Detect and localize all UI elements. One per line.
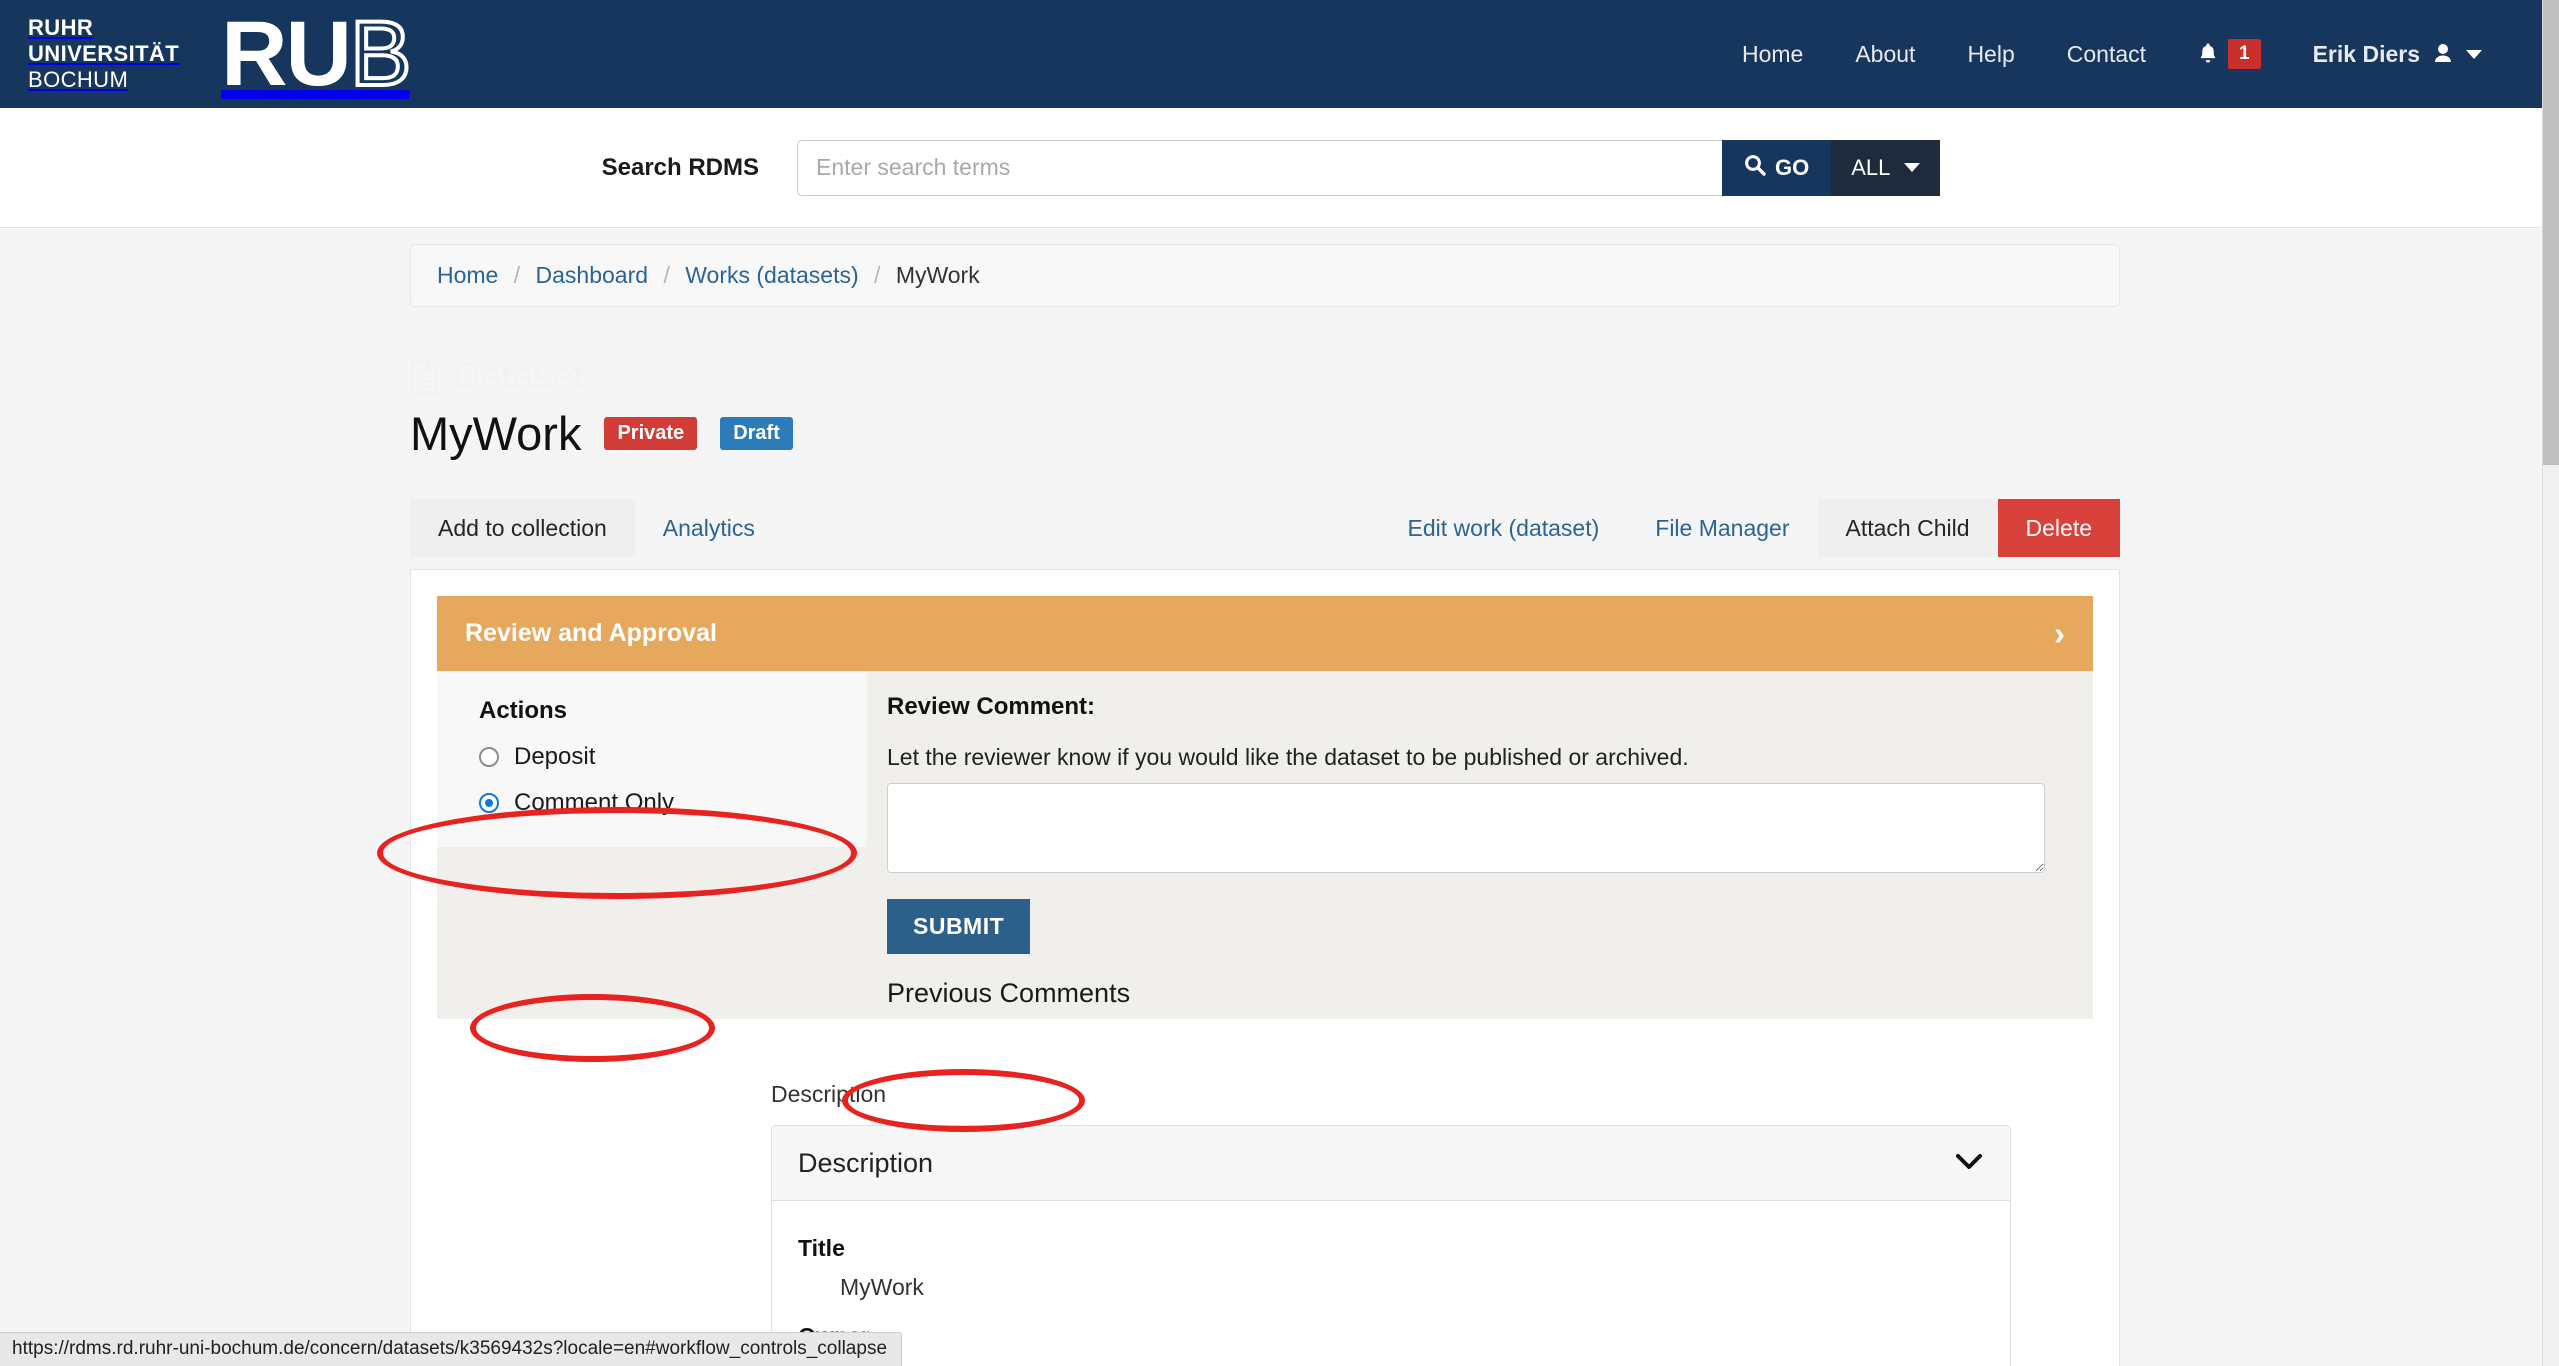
review-comment-column: Review Comment: Let the reviewer know if… (867, 671, 2093, 1019)
description-section: Description Description Title MyWork (771, 1081, 2011, 1366)
brand-line-3: BOCHUM (28, 66, 129, 92)
review-comment-label: Review Comment: (887, 693, 1096, 720)
nav-item-about[interactable]: About (1829, 41, 1941, 68)
search-icon (1744, 154, 1766, 182)
search-go-button[interactable]: GO (1722, 139, 1832, 196)
metadata-label-owner: Owner (798, 1323, 1984, 1350)
bell-icon (2198, 42, 2218, 66)
breadcrumb-separator: / (513, 262, 521, 288)
workflow-option-comment-only-label: Comment Only (514, 789, 675, 816)
edit-work-link[interactable]: Edit work (dataset) (1380, 499, 1628, 557)
metadata-label-title: Title (798, 1235, 845, 1261)
search-input[interactable] (797, 139, 1722, 196)
rub-monogram-thin: B (348, 3, 413, 105)
brand-line-1: RUHR (28, 15, 94, 41)
user-name-label: Erik Diers (2312, 40, 2420, 67)
page-scrollbar[interactable] (2542, 0, 2559, 1366)
chevron-down-icon (1904, 163, 1921, 172)
chevron-right-icon: › (2054, 615, 2065, 652)
analytics-link[interactable]: Analytics (635, 499, 783, 557)
chevron-down-icon (2466, 49, 2482, 59)
notification-count-badge: 1 (2228, 39, 2261, 69)
description-accordion-body: Title MyWork Owner erik.diers@ruhr-uni-b… (772, 1201, 2010, 1366)
user-icon (2432, 42, 2454, 66)
metadata-value-title: MyWork (840, 1274, 924, 1300)
page-scrollbar-thumb[interactable] (2543, 0, 2559, 465)
work-action-bar: Add to collection Analytics Edit work (d… (410, 499, 2120, 557)
workflow-option-deposit[interactable]: Deposit (479, 743, 837, 771)
review-comment-help-text: Let the reviewer know if you would like … (887, 744, 1689, 770)
submit-button[interactable]: SUBMIT (887, 899, 1031, 954)
search-scope-label: ALL (1851, 154, 1891, 180)
workflow-actions-title: Actions (479, 697, 568, 724)
metadata-value-owner: erik.diers@ruhr-uni-bochum.de (840, 1362, 1984, 1366)
breadcrumb-item-works[interactable]: Works (datasets) (685, 262, 858, 288)
workflow-panel-title: Review and Approval (465, 619, 717, 647)
notifications-button[interactable]: 1 (2172, 39, 2287, 69)
search-go-label: GO (1775, 154, 1810, 180)
rub-wordmark: RUHR UNIVERSITÄT BOCHUM (28, 15, 179, 93)
file-manager-link[interactable]: File Manager (1627, 499, 1817, 557)
breadcrumb-separator: / (874, 262, 881, 288)
work-detail-card: Review and Approval › Actions Deposit Co… (410, 569, 2120, 1366)
rub-logo[interactable]: RUHR UNIVERSITÄT BOCHUM RU B (28, 3, 413, 105)
add-to-collection-button[interactable]: Add to collection (410, 499, 635, 557)
page-content: Home / Dashboard / Works (datasets) / My… (0, 229, 2542, 1366)
workflow-option-deposit-label: Deposit (514, 743, 596, 770)
link-status-bar: https://rdms.rd.ruhr-uni-bochum.de/conce… (0, 1332, 903, 1366)
description-accordion-header[interactable]: Description (772, 1126, 2010, 1201)
nav-item-contact[interactable]: Contact (2041, 41, 2172, 68)
review-comment-textarea[interactable] (887, 783, 2045, 873)
nav-item-home[interactable]: Home (1716, 41, 1829, 68)
breadcrumb-item-home[interactable]: Home (437, 262, 498, 288)
brand-line-2: UNIVERSITÄT (28, 41, 180, 67)
file-document-icon (410, 358, 440, 395)
status-badge-draft: Draft (720, 417, 793, 450)
workflow-panel-body: Actions Deposit Comment Only Review Comm… (437, 671, 2093, 1019)
workflow-actions-box: Actions Deposit Comment Only (437, 671, 867, 847)
rub-monogram: RU B (221, 3, 413, 105)
search-label: Search RDMS (601, 153, 759, 181)
user-menu-button[interactable]: Erik Diers (2287, 41, 2508, 68)
radio-comment-only[interactable] (479, 793, 499, 813)
primary-nav: Home About Help Contact 1 Erik Diers (1716, 39, 2542, 69)
delete-button[interactable]: Delete (1997, 499, 2120, 557)
breadcrumb-item-dashboard[interactable]: Dashboard (536, 262, 649, 288)
search-scope-dropdown[interactable]: ALL (1831, 139, 1941, 196)
chevron-down-icon (1954, 1147, 1984, 1179)
content-container: Home / Dashboard / Works (datasets) / My… (410, 229, 2120, 1366)
description-accordion-title: Description (798, 1147, 934, 1178)
search-bar: Search RDMS GO ALL (0, 108, 2542, 228)
site-header: RUHR UNIVERSITÄT BOCHUM RU B Home About H… (0, 0, 2542, 108)
work-type-label: Dataset (453, 355, 584, 397)
work-title-row: MyWork Private Draft (410, 406, 2120, 461)
previous-comments-heading: Previous Comments (887, 978, 1131, 1008)
breadcrumb: Home / Dashboard / Works (datasets) / My… (410, 244, 2120, 307)
workflow-option-comment-only[interactable]: Comment Only (479, 789, 837, 817)
description-caption: Description (771, 1081, 887, 1107)
radio-deposit[interactable] (479, 747, 499, 767)
workflow-panel-header[interactable]: Review and Approval › (437, 596, 2093, 671)
page-title: MyWork (410, 407, 582, 460)
breadcrumb-item-current: MyWork (895, 262, 980, 288)
description-accordion: Description Title MyWork Owner erik.dier (771, 1125, 2011, 1366)
action-bar-spacer (783, 499, 1380, 557)
rub-monogram-bold: RU (221, 3, 352, 105)
attach-child-button[interactable]: Attach Child (1817, 499, 1998, 557)
work-type: Dataset (410, 355, 2120, 398)
status-badge-private: Private (604, 417, 698, 450)
nav-item-help[interactable]: Help (1941, 41, 2040, 68)
breadcrumb-separator: / (663, 262, 670, 288)
